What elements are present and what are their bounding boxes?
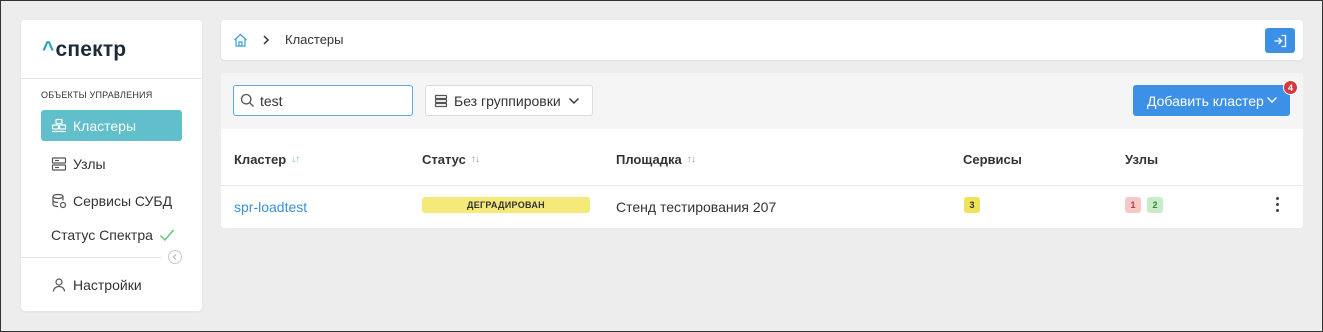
nodes-failed-badge[interactable]: 1 [1125,197,1141,213]
header-divider [221,185,1303,186]
kebab-dot [1275,203,1279,206]
logo-caret: ^ [42,38,55,61]
sort-icon[interactable]: ↑↓ [687,154,696,165]
sidebar-item-clusters[interactable]: Кластеры [41,110,182,141]
clusters-icon [51,118,67,134]
chevron-down-icon [1266,94,1278,106]
column-header-label: Статус [422,152,466,167]
table-toolbar: Без группировки Добавить кластер 4 [221,73,1303,129]
breadcrumb-bar: Кластеры [221,20,1303,60]
column-header-label: Площадка [616,152,682,167]
services-count-badge[interactable]: 3 [964,197,980,213]
kebab-dot [1275,209,1279,212]
sidebar-item-label: Статус Спектра [51,226,153,243]
server-icon [51,156,67,172]
column-header-services: Сервисы [963,152,1022,167]
sidebar-item-spectr-status[interactable]: Статус Спектра [41,219,182,250]
search-icon [240,93,255,108]
search-input[interactable] [260,92,400,109]
sort-icon[interactable]: ↓↑ [291,154,300,165]
logo-text: спектр [55,38,127,61]
sidebar-item-settings[interactable]: Настройки [41,269,182,300]
column-header-label: Сервисы [963,152,1022,167]
sidebar-divider [21,78,202,79]
sort-icon[interactable]: ↑↓ [471,154,480,165]
logout-button[interactable] [1265,28,1295,53]
add-cluster-button-label: Добавить кластер [1147,92,1264,109]
sidebar-item-nodes[interactable]: Узлы [41,148,182,179]
check-icon [159,228,175,242]
notification-badge[interactable]: 4 [1283,80,1298,95]
sidebar-item-label: Сервисы СУБД [73,192,173,209]
site-cell: Стенд тестирования 207 [616,199,777,215]
database-service-icon [51,193,67,209]
kebab-dot [1275,197,1279,200]
grouping-select[interactable]: Без группировки [425,85,593,116]
column-header-status[interactable]: Статус ↑↓ [422,152,480,167]
column-header-nodes: Узлы [1125,152,1158,167]
sidebar-item-label: Кластеры [73,117,136,134]
sidebar-item-label: Настройки [73,276,142,293]
cluster-name-link[interactable]: spr-loadtest [234,199,307,215]
chevron-left-icon [171,253,179,261]
home-icon[interactable] [233,33,248,48]
sidebar-section-title: ОБЪЕКТЫ УПРАВЛЕНИЯ [41,90,153,100]
sidebar: ^спектр ОБЪЕКТЫ УПРАВЛЕНИЯ Кластеры Узлы [21,20,202,311]
grouping-select-label: Без группировки [454,92,561,109]
layers-icon [434,94,448,108]
clusters-panel: Без группировки Добавить кластер 4 Класт… [221,73,1303,228]
sidebar-collapse-button[interactable] [168,250,182,264]
sign-out-icon [1273,34,1287,48]
chevron-down-icon [568,95,580,107]
logo[interactable]: ^спектр [42,38,126,62]
add-cluster-button[interactable]: Добавить кластер [1133,85,1290,116]
sidebar-item-label: Узлы [73,155,106,172]
sidebar-divider [21,257,162,258]
status-badge: ДЕГРАДИРОВАН [422,197,590,213]
column-header-label: Узлы [1125,152,1159,167]
column-header-label: Кластер [234,152,287,167]
sidebar-item-db-services[interactable]: Сервисы СУБД [41,185,182,216]
row-actions-menu[interactable] [1275,197,1279,215]
chevron-right-icon [261,32,271,48]
nodes-ok-badge[interactable]: 2 [1147,197,1163,213]
column-header-cluster[interactable]: Кластер ↓↑ [234,152,300,167]
column-header-site[interactable]: Площадка ↑↓ [616,152,696,167]
breadcrumb-current: Кластеры [285,32,344,47]
user-icon [51,277,67,293]
search-field[interactable] [233,85,413,116]
